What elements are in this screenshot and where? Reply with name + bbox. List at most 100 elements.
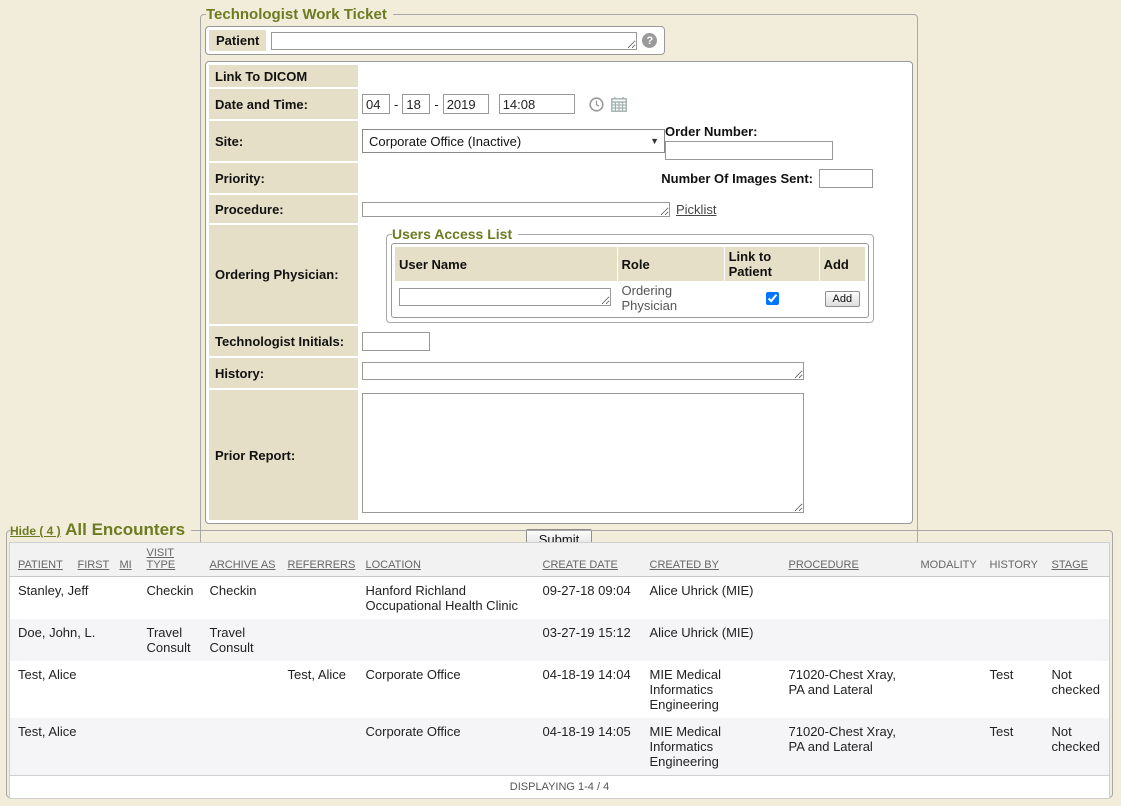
date-time-inputs: - -: [362, 94, 907, 114]
date-month-input[interactable]: [362, 94, 390, 114]
cell-create-date: 04-18-19 14:05: [535, 718, 642, 776]
cell-history: Test: [982, 718, 1044, 776]
cell-location: [358, 619, 535, 661]
site-label: Site:: [209, 121, 358, 161]
ual-header-user-name: User Name: [395, 247, 617, 281]
technologist-initials-label: Technologist Initials:: [209, 326, 358, 356]
images-sent-label: Number Of Images Sent:: [661, 171, 813, 186]
cell-modality: [913, 661, 982, 718]
cell-created-by: Alice Uhrick (MIE): [642, 619, 781, 661]
cell-created-by: MIE Medical Informatics Engineering: [642, 718, 781, 776]
cell-stage: [1044, 577, 1110, 620]
cell-procedure: [781, 619, 913, 661]
column-header-created-by[interactable]: CREATED BY: [642, 543, 781, 577]
help-icon[interactable]: ?: [642, 33, 657, 48]
chevron-down-icon: ▼: [650, 136, 659, 146]
cell-created-by: Alice Uhrick (MIE): [642, 577, 781, 620]
cell-patient: Test, Alice: [10, 718, 139, 776]
picklist-link[interactable]: Picklist: [676, 202, 716, 217]
cell-visit-type: Checkin: [139, 577, 202, 620]
user-name-input[interactable]: [399, 288, 611, 306]
cell-procedure: 71020-Chest Xray, PA and Lateral: [781, 661, 913, 718]
cell-modality: [913, 577, 982, 620]
cell-referrers: [280, 577, 358, 620]
cell-history: [982, 619, 1044, 661]
ual-role-value: Ordering Physician: [618, 282, 724, 314]
encounter-row[interactable]: Doe, John, L. Travel Consult Travel Cons…: [10, 619, 1110, 661]
date-time-label: Date and Time:: [209, 89, 358, 119]
cell-archive-as: Travel Consult: [202, 619, 280, 661]
hide-encounters-link[interactable]: Hide ( 4 ): [10, 524, 61, 538]
cell-patient: Doe, John, L.: [10, 619, 139, 661]
order-number-block: Order Number:: [665, 123, 837, 160]
column-header-modality: MODALITY: [913, 543, 982, 577]
cell-modality: [913, 619, 982, 661]
add-user-button[interactable]: Add: [825, 291, 861, 307]
prior-report-input[interactable]: [362, 393, 804, 513]
cell-procedure: 71020-Chest Xray, PA and Lateral: [781, 718, 913, 776]
procedure-input[interactable]: [362, 202, 670, 217]
technologist-initials-input[interactable]: [362, 332, 430, 351]
users-access-list-section: Users Access List User Name Role Link to…: [386, 226, 874, 323]
date-separator: -: [434, 97, 438, 112]
column-header-visit-type[interactable]: VISIT TYPE: [139, 543, 202, 577]
encounters-section: Hide ( 4 ) All Encounters PATIENT FIRST …: [6, 520, 1113, 798]
cell-visit-type: [139, 718, 202, 776]
images-sent-input[interactable]: [819, 169, 873, 188]
cell-visit-type: [139, 661, 202, 718]
cell-archive-as: [202, 718, 280, 776]
site-selected-value: Corporate Office (Inactive): [369, 134, 521, 149]
work-ticket-title: Technologist Work Ticket: [206, 6, 393, 23]
ual-header-role: Role: [618, 247, 724, 281]
cell-referrers: [280, 718, 358, 776]
date-year-input[interactable]: [443, 94, 489, 114]
cell-referrers: Test, Alice: [280, 661, 358, 718]
work-ticket-section: Technologist Work Ticket Patient ? Link …: [200, 6, 918, 557]
pagination-row: DISPLAYING 1-4 / 4: [10, 776, 1110, 799]
cell-referrers: [280, 619, 358, 661]
encounter-row[interactable]: Test, Alice Test, Alice Corporate Office…: [10, 661, 1110, 718]
column-header-stage[interactable]: STAGE: [1044, 543, 1110, 577]
encounter-row[interactable]: Test, Alice Corporate Office 04-18-19 14…: [10, 718, 1110, 776]
column-header-patient[interactable]: PATIENT: [10, 543, 70, 577]
patient-input[interactable]: [271, 32, 637, 50]
patient-row: Patient ?: [205, 26, 665, 55]
pagination-status: DISPLAYING 1-4 / 4: [10, 776, 1110, 799]
order-number-input[interactable]: [665, 141, 833, 160]
column-header-procedure[interactable]: PROCEDURE: [781, 543, 913, 577]
time-input[interactable]: [499, 94, 575, 114]
column-header-mi[interactable]: MI: [112, 543, 139, 577]
cell-create-date: 09-27-18 09:04: [535, 577, 642, 620]
history-label: History:: [209, 358, 358, 388]
column-header-referrers[interactable]: REFERRERS: [280, 543, 358, 577]
cell-location: Corporate Office: [358, 661, 535, 718]
encounter-row[interactable]: Stanley, Jeff Checkin Checkin Hanford Ri…: [10, 577, 1110, 620]
site-select[interactable]: Corporate Office (Inactive) ▼: [362, 129, 665, 153]
encounters-title: All Encounters: [65, 520, 185, 539]
date-day-input[interactable]: [402, 94, 430, 114]
cell-procedure: [781, 577, 913, 620]
patient-label: Patient: [209, 30, 266, 51]
column-header-location[interactable]: LOCATION: [358, 543, 535, 577]
cell-stage: Not checked: [1044, 718, 1110, 776]
ual-header-link-to-patient: Link to Patient: [725, 247, 819, 281]
cell-visit-type: Travel Consult: [139, 619, 202, 661]
clock-icon[interactable]: [589, 97, 604, 112]
cell-created-by: MIE Medical Informatics Engineering: [642, 661, 781, 718]
column-header-archive-as[interactable]: ARCHIVE AS: [202, 543, 280, 577]
page: Technologist Work Ticket Patient ? Link …: [0, 0, 1121, 806]
encounters-table: PATIENT FIRST MI VISIT TYPE ARCHIVE AS R…: [9, 542, 1110, 799]
cell-create-date: 04-18-19 14:04: [535, 661, 642, 718]
link-to-dicom-header: Link To DICOM: [209, 65, 358, 87]
calendar-icon[interactable]: [611, 97, 627, 112]
ordering-physician-label: Ordering Physician:: [209, 225, 358, 324]
cell-location: Corporate Office: [358, 718, 535, 776]
cell-create-date: 03-27-19 15:12: [535, 619, 642, 661]
procedure-label: Procedure:: [209, 195, 358, 223]
link-to-dicom-content: [360, 65, 909, 87]
history-input[interactable]: [362, 362, 804, 380]
cell-modality: [913, 718, 982, 776]
column-header-first[interactable]: FIRST: [70, 543, 112, 577]
column-header-create-date[interactable]: CREATE DATE: [535, 543, 642, 577]
link-to-patient-checkbox[interactable]: [766, 292, 779, 305]
